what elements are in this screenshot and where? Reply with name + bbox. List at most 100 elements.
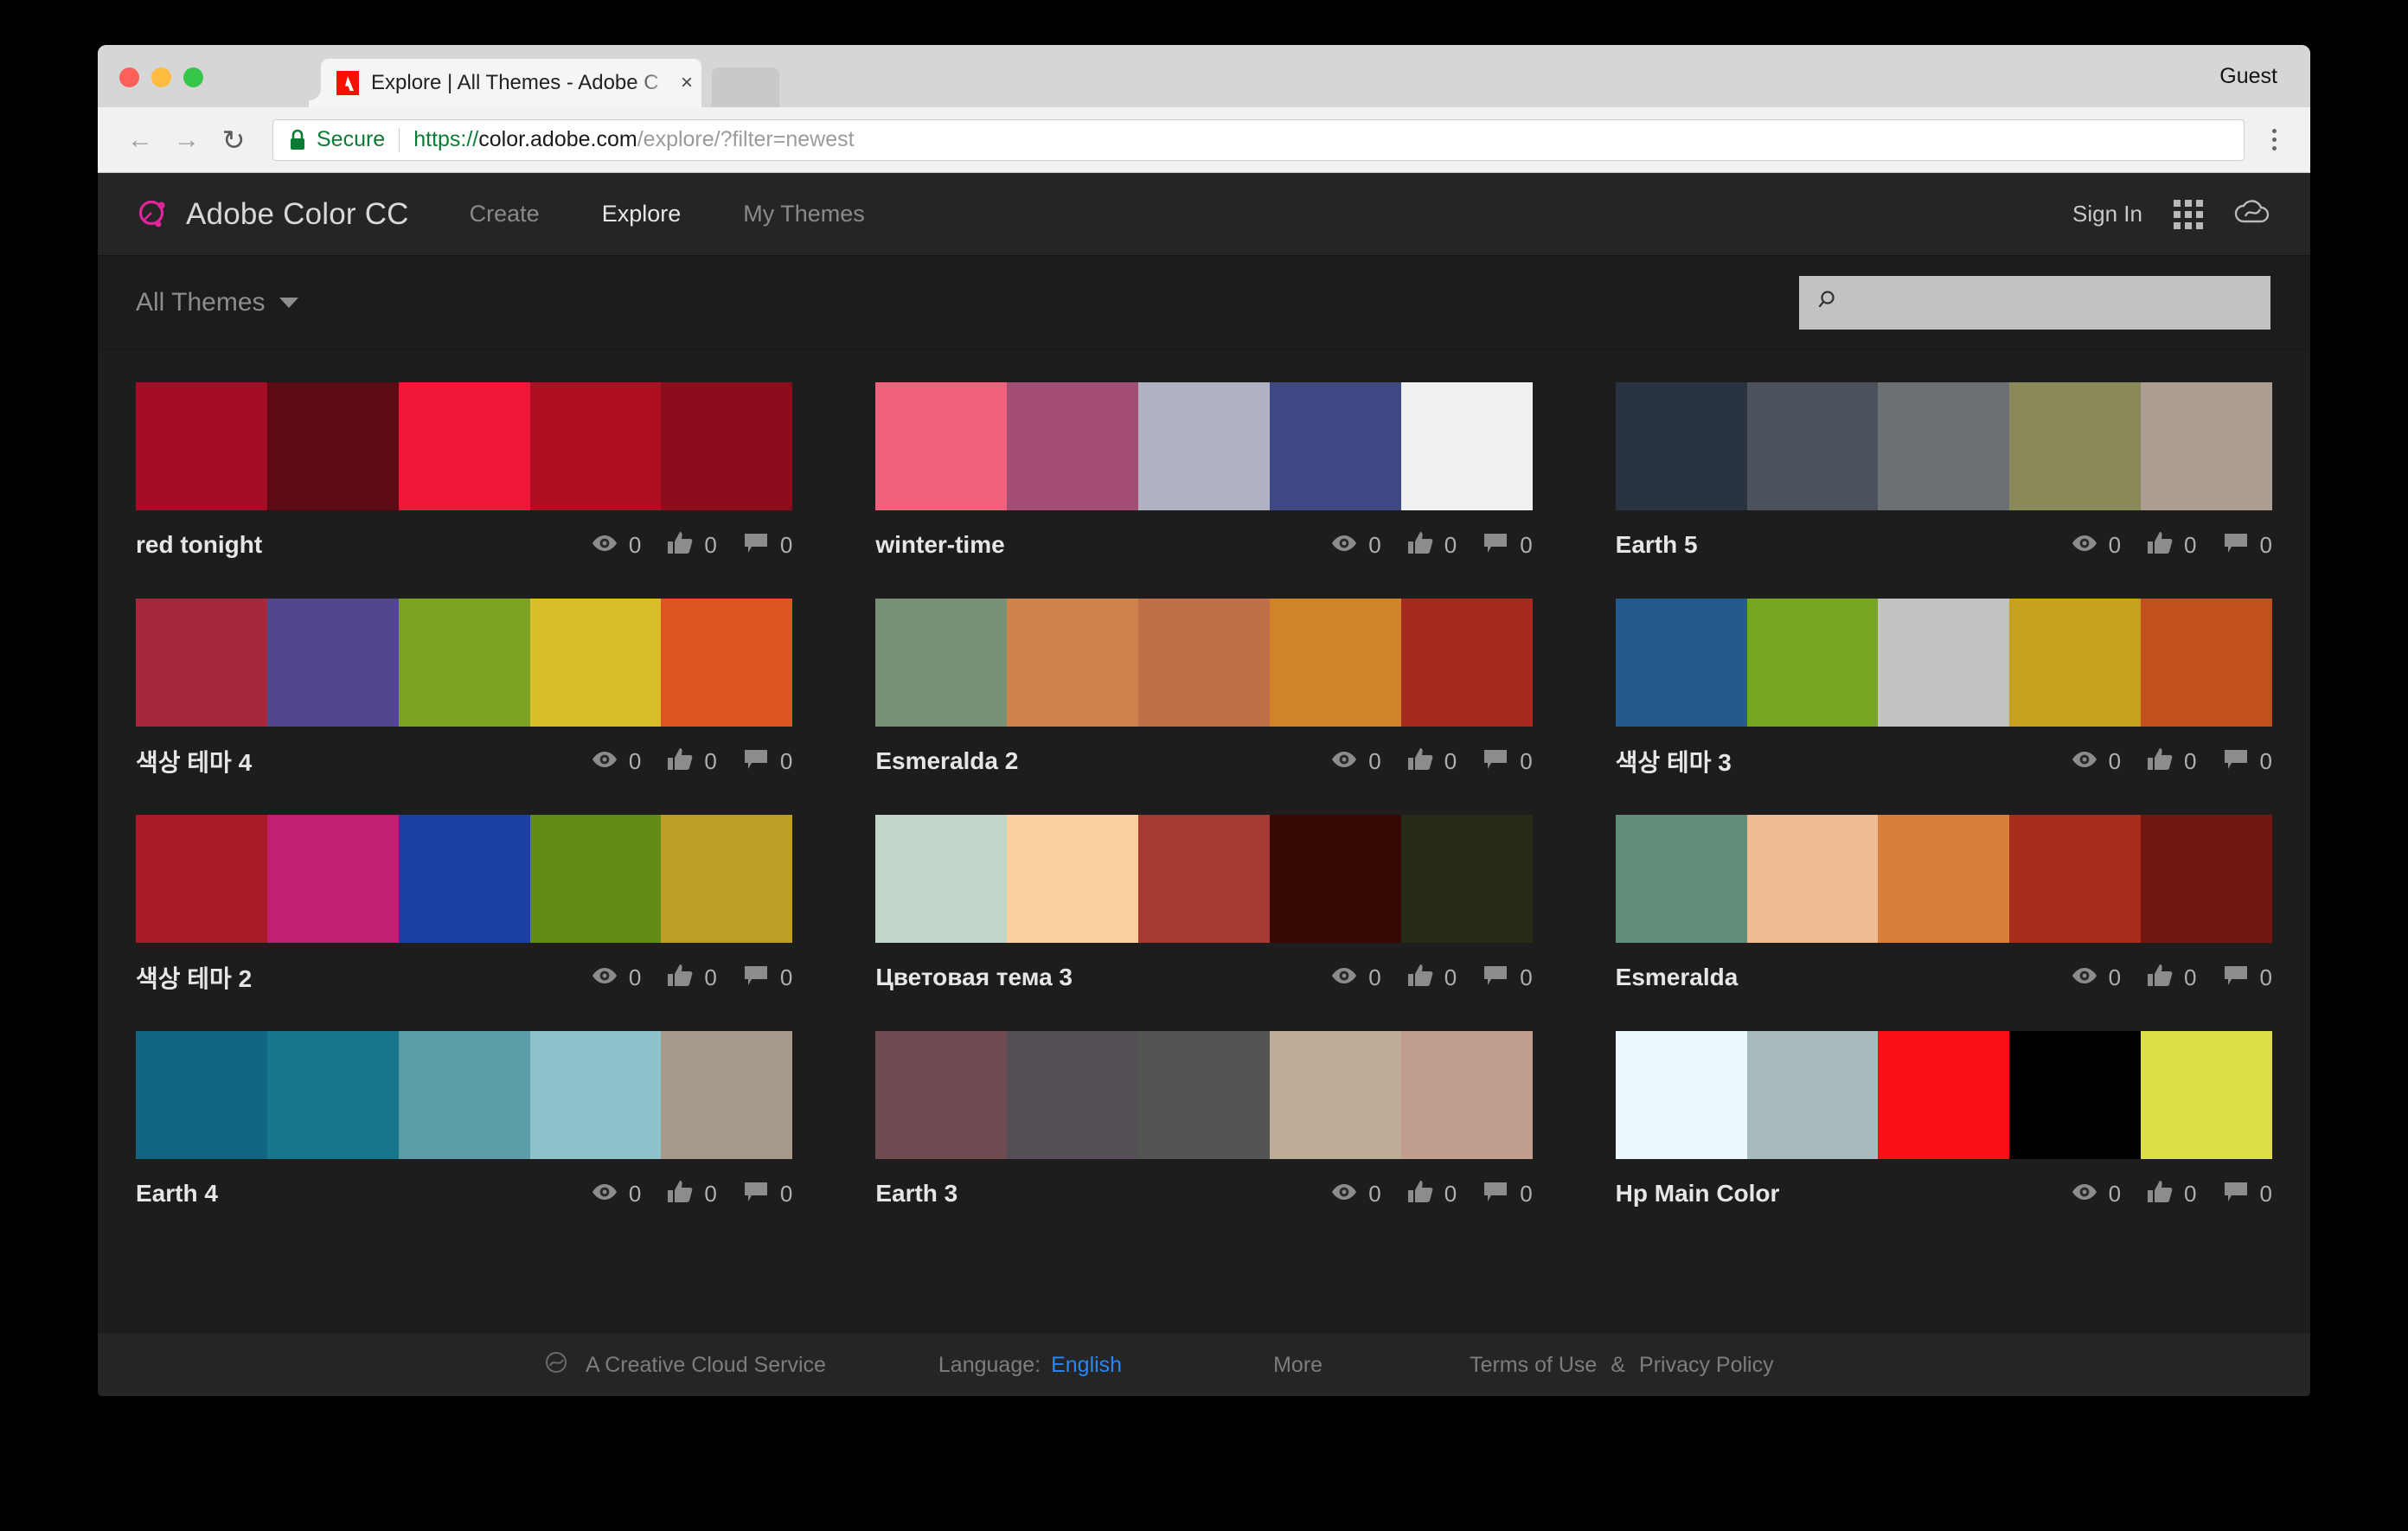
color-swatch[interactable] <box>661 815 792 943</box>
color-swatch[interactable] <box>267 1031 399 1159</box>
theme-stat[interactable]: 0 <box>592 964 641 991</box>
theme-card[interactable]: 색상 테마 3000 <box>1616 599 2272 796</box>
color-swatch[interactable] <box>2009 815 2141 943</box>
color-swatch[interactable] <box>875 599 1007 727</box>
color-swatch[interactable] <box>136 815 267 943</box>
back-button[interactable]: ← <box>117 117 163 163</box>
theme-stat[interactable]: 0 <box>1407 747 1457 776</box>
theme-stat[interactable]: 0 <box>667 531 716 560</box>
reload-button[interactable]: ↻ <box>210 117 257 163</box>
theme-swatches[interactable] <box>875 815 1532 943</box>
color-swatch[interactable] <box>1138 815 1270 943</box>
theme-card[interactable]: red tonight000 <box>136 382 792 580</box>
color-swatch[interactable] <box>1401 382 1533 510</box>
minimize-window-button[interactable] <box>151 67 171 87</box>
theme-stat[interactable]: 0 <box>2223 964 2272 991</box>
color-swatch[interactable] <box>530 815 662 943</box>
theme-stat[interactable]: 0 <box>1483 532 1532 559</box>
theme-stat[interactable]: 0 <box>2223 748 2272 775</box>
theme-stat[interactable]: 0 <box>1407 964 1457 992</box>
color-swatch[interactable] <box>136 1031 267 1159</box>
color-swatch[interactable] <box>1878 1031 2009 1159</box>
theme-card[interactable]: 색상 테마 2000 <box>136 815 792 1012</box>
nav-item-my-themes[interactable]: My Themes <box>743 201 865 227</box>
color-swatch[interactable] <box>399 1031 530 1159</box>
theme-swatches[interactable] <box>875 382 1532 510</box>
nav-item-explore[interactable]: Explore <box>602 201 682 227</box>
color-swatch[interactable] <box>1616 1031 1747 1159</box>
footer-terms-link[interactable]: Terms of Use <box>1470 1353 1597 1378</box>
color-swatch[interactable] <box>267 815 399 943</box>
theme-stat[interactable]: 0 <box>1483 1181 1532 1208</box>
color-swatch[interactable] <box>1007 382 1138 510</box>
theme-card[interactable]: Hp Main Color000 <box>1616 1031 2272 1228</box>
grid-apps-icon[interactable] <box>2174 200 2203 229</box>
theme-stat[interactable]: 0 <box>2147 747 2196 776</box>
color-swatch[interactable] <box>1616 599 1747 727</box>
theme-swatches[interactable] <box>875 599 1532 727</box>
color-swatch[interactable] <box>1878 815 2009 943</box>
address-bar[interactable]: Secure https://color.adobe.com/explore/?… <box>272 119 2245 161</box>
search-input[interactable] <box>1853 290 2251 316</box>
theme-stat[interactable]: 0 <box>2223 532 2272 559</box>
color-swatch[interactable] <box>1401 599 1533 727</box>
color-swatch[interactable] <box>1616 382 1747 510</box>
theme-swatches[interactable] <box>136 815 792 943</box>
kebab-menu-icon[interactable] <box>2257 119 2291 161</box>
close-window-button[interactable] <box>119 67 139 87</box>
theme-card[interactable]: winter-time000 <box>875 382 1532 580</box>
theme-swatches[interactable] <box>136 599 792 727</box>
color-swatch[interactable] <box>2009 382 2141 510</box>
color-swatch[interactable] <box>2009 1031 2141 1159</box>
color-swatch[interactable] <box>2141 382 2272 510</box>
footer-more-link[interactable]: More <box>1273 1353 1322 1378</box>
color-swatch[interactable] <box>1878 599 2009 727</box>
color-swatch[interactable] <box>267 382 399 510</box>
color-swatch[interactable] <box>661 599 792 727</box>
color-swatch[interactable] <box>136 382 267 510</box>
color-swatch[interactable] <box>1270 599 1401 727</box>
theme-card[interactable]: Esmeralda 2000 <box>875 599 1532 796</box>
theme-stat[interactable]: 0 <box>1331 1181 1380 1208</box>
color-swatch[interactable] <box>1270 382 1401 510</box>
theme-card[interactable]: Earth 3000 <box>875 1031 1532 1228</box>
theme-card[interactable]: Earth 4000 <box>136 1031 792 1228</box>
theme-card[interactable]: 색상 테마 4000 <box>136 599 792 796</box>
theme-stat[interactable]: 0 <box>2223 1181 2272 1208</box>
theme-stat[interactable]: 0 <box>2072 964 2121 991</box>
theme-stat[interactable]: 0 <box>743 748 792 775</box>
theme-stat[interactable]: 0 <box>667 964 716 992</box>
color-swatch[interactable] <box>1401 815 1533 943</box>
theme-stat[interactable]: 0 <box>743 964 792 991</box>
theme-stat[interactable]: 0 <box>592 532 641 559</box>
color-swatch[interactable] <box>530 382 662 510</box>
color-swatch[interactable] <box>2141 1031 2272 1159</box>
color-swatch[interactable] <box>1401 1031 1533 1159</box>
theme-stat[interactable]: 0 <box>667 747 716 776</box>
theme-stat[interactable]: 0 <box>1331 532 1380 559</box>
color-swatch[interactable] <box>661 382 792 510</box>
theme-filter-dropdown[interactable]: All Themes <box>136 288 298 317</box>
theme-stat[interactable]: 0 <box>592 748 641 775</box>
color-swatch[interactable] <box>1270 1031 1401 1159</box>
color-swatch[interactable] <box>1007 599 1138 727</box>
color-swatch[interactable] <box>2009 599 2141 727</box>
color-swatch[interactable] <box>875 382 1007 510</box>
new-tab-button[interactable] <box>712 67 779 107</box>
footer-privacy-link[interactable]: Privacy Policy <box>1639 1353 1774 1378</box>
color-swatch[interactable] <box>1270 815 1401 943</box>
theme-stat[interactable]: 0 <box>2072 748 2121 775</box>
color-swatch[interactable] <box>530 1031 662 1159</box>
color-swatch[interactable] <box>2141 599 2272 727</box>
theme-stat[interactable]: 0 <box>592 1181 641 1208</box>
color-swatch[interactable] <box>399 599 530 727</box>
theme-swatches[interactable] <box>875 1031 1532 1159</box>
close-tab-button[interactable]: × <box>681 73 693 93</box>
color-swatch[interactable] <box>1007 815 1138 943</box>
browser-tab-active[interactable]: Explore | All Themes - Adobe C × <box>321 59 701 107</box>
color-swatch[interactable] <box>1138 599 1270 727</box>
color-swatch[interactable] <box>1747 1031 1879 1159</box>
theme-swatches[interactable] <box>1616 815 2272 943</box>
color-swatch[interactable] <box>661 1031 792 1159</box>
color-swatch[interactable] <box>1747 382 1879 510</box>
